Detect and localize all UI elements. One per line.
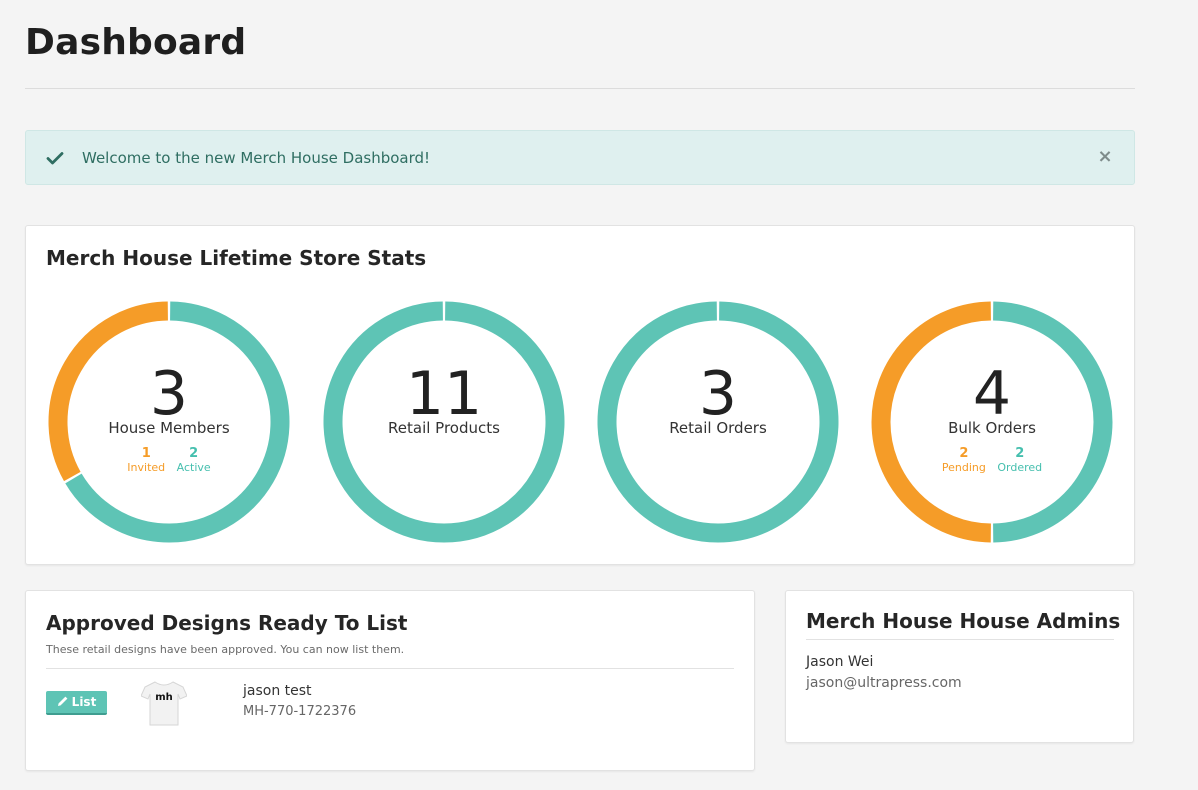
stat-breakdown: 2 Pending 2 Ordered: [871, 447, 1113, 475]
house-admins-card: Merch House House Admins Jason Wei jason…: [785, 590, 1134, 743]
stat-label: Retail Products: [388, 419, 500, 437]
breakdown-pending: 2 Pending: [942, 447, 986, 475]
alert-message: Welcome to the new Merch House Dashboard…: [82, 149, 431, 167]
welcome-alert: Welcome to the new Merch House Dashboard…: [25, 130, 1135, 185]
page-title: Dashboard: [25, 22, 247, 63]
breakdown-label: Active: [176, 461, 211, 474]
design-code: MH-770-1722376: [243, 704, 357, 719]
donut-retail-orders: 3 Retail Orders: [597, 301, 839, 543]
breakdown-label: Ordered: [997, 461, 1043, 474]
pencil-icon: [57, 696, 68, 706]
breakdown-invited: 1 Invited: [127, 447, 165, 475]
donut-bulk-orders: 4 Bulk Orders 2 Pending 2 Ordered: [871, 301, 1113, 543]
designs-divider: [46, 668, 734, 669]
list-button[interactable]: List: [46, 691, 107, 715]
designs-title: Approved Designs Ready To List: [46, 611, 408, 635]
admins-title: Merch House House Admins: [806, 609, 1121, 633]
admins-divider: [806, 639, 1114, 640]
breakdown-value: 2: [1015, 446, 1025, 461]
breakdown-label: Invited: [127, 461, 166, 474]
admin-name: Jason Wei: [806, 654, 874, 670]
stat-label: Retail Orders: [669, 419, 767, 437]
breakdown-active: 2 Active: [177, 447, 211, 475]
admin-email[interactable]: jason@ultrapress.com: [806, 675, 962, 691]
breakdown-value: 2: [959, 446, 969, 461]
breakdown-value: 1: [141, 446, 151, 461]
tshirt-thumbnail: mh: [141, 681, 187, 726]
donut-house-members: 3 House Members 1 Invited 2 Active: [48, 301, 290, 543]
designs-description: These retail designs have been approved.…: [46, 643, 405, 656]
breakdown-label: Pending: [941, 461, 986, 474]
title-divider: [25, 88, 1135, 89]
stat-label: Bulk Orders: [948, 419, 1036, 437]
list-button-label: List: [71, 695, 97, 709]
design-name: jason test: [243, 683, 312, 699]
stat-breakdown: 1 Invited 2 Active: [48, 447, 290, 475]
close-icon[interactable]: ×: [1096, 147, 1114, 167]
stat-label: House Members: [108, 419, 230, 437]
check-icon: [46, 152, 64, 165]
donut-retail-products: 11 Retail Products: [323, 301, 565, 543]
approved-designs-card: Approved Designs Ready To List These ret…: [25, 590, 755, 771]
breakdown-value: 2: [189, 446, 199, 461]
store-stats-card: Merch House Lifetime Store Stats 3 House…: [25, 225, 1135, 565]
breakdown-ordered: 2 Ordered: [997, 447, 1042, 475]
dashboard-page: Dashboard Welcome to the new Merch House…: [0, 0, 1198, 790]
shirt-logo-text: mh: [155, 692, 173, 703]
stats-title: Merch House Lifetime Store Stats: [46, 246, 427, 270]
